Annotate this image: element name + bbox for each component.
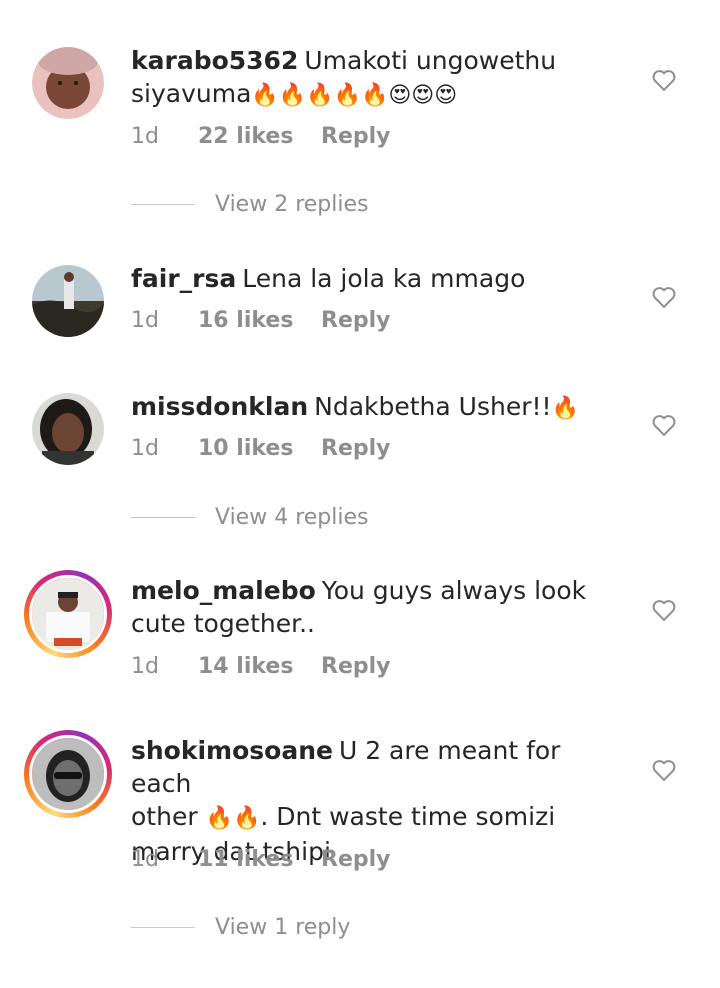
heart-outline-icon[interactable] [650, 596, 678, 624]
divider [131, 204, 195, 205]
timestamp: 1d [131, 654, 159, 679]
view-replies-button[interactable]: View 1 reply [131, 915, 350, 940]
likes-count[interactable]: 16 likes [198, 308, 321, 333]
reply-button[interactable]: Reply [321, 308, 391, 333]
reply-button[interactable]: Reply [321, 124, 391, 149]
timestamp: 1d [131, 436, 159, 461]
divider [131, 517, 195, 518]
comment-meta: 1d 11 likes Reply [131, 847, 391, 872]
comment-meta: 1d 22 likes Reply [131, 124, 391, 149]
comment-meta: 1d 16 likes Reply [131, 308, 391, 333]
reply-button[interactable]: Reply [321, 436, 391, 461]
avatar[interactable] [32, 47, 104, 119]
comment-meta: 1d 14 likes Reply [131, 654, 391, 679]
avatar [29, 575, 107, 653]
timestamp: 1d [131, 124, 159, 149]
username[interactable]: karabo5362 [131, 46, 298, 75]
avatar[interactable] [32, 265, 104, 337]
timestamp: 1d [131, 847, 159, 872]
fire-emoji: 🔥 [551, 396, 579, 421]
username[interactable]: fair_rsa [131, 264, 236, 293]
username[interactable]: melo_malebo [131, 576, 316, 605]
avatar-story-ring[interactable] [24, 570, 112, 658]
likes-count[interactable]: 14 likes [198, 654, 321, 679]
fire-emoji: 🔥🔥 [205, 806, 261, 831]
username[interactable]: missdonklan [131, 392, 308, 421]
comment-text: karabo5362 Umakoti ungowethu siyavuma🔥🔥🔥🔥… [131, 46, 557, 108]
reply-button[interactable]: Reply [321, 654, 391, 679]
comment-text: fair_rsa Lena la jola ka mmago [131, 264, 526, 293]
heart-outline-icon[interactable] [650, 756, 678, 784]
emoji-group: 🔥🔥🔥🔥🔥😍😍😍 [251, 83, 458, 108]
avatar [29, 735, 107, 813]
reply-button[interactable]: Reply [321, 847, 391, 872]
comment-meta: 1d 10 likes Reply [131, 436, 391, 461]
avatar-story-ring[interactable] [24, 730, 112, 818]
comment-text: missdonklan Ndakbetha Usher!!🔥 [131, 392, 579, 421]
heart-outline-icon[interactable] [650, 283, 678, 311]
likes-count[interactable]: 11 likes [198, 847, 321, 872]
likes-count[interactable]: 22 likes [198, 124, 321, 149]
heart-outline-icon[interactable] [650, 66, 678, 94]
username[interactable]: shokimosoane [131, 736, 333, 765]
likes-count[interactable]: 10 likes [198, 436, 321, 461]
view-replies-button[interactable]: View 4 replies [131, 505, 368, 530]
timestamp: 1d [131, 308, 159, 333]
heart-outline-icon[interactable] [650, 411, 678, 439]
view-replies-button[interactable]: View 2 replies [131, 192, 368, 217]
divider [131, 927, 195, 928]
avatar[interactable] [32, 393, 104, 465]
comment-text: melo_malebo You guys always look cute tog… [131, 576, 587, 638]
